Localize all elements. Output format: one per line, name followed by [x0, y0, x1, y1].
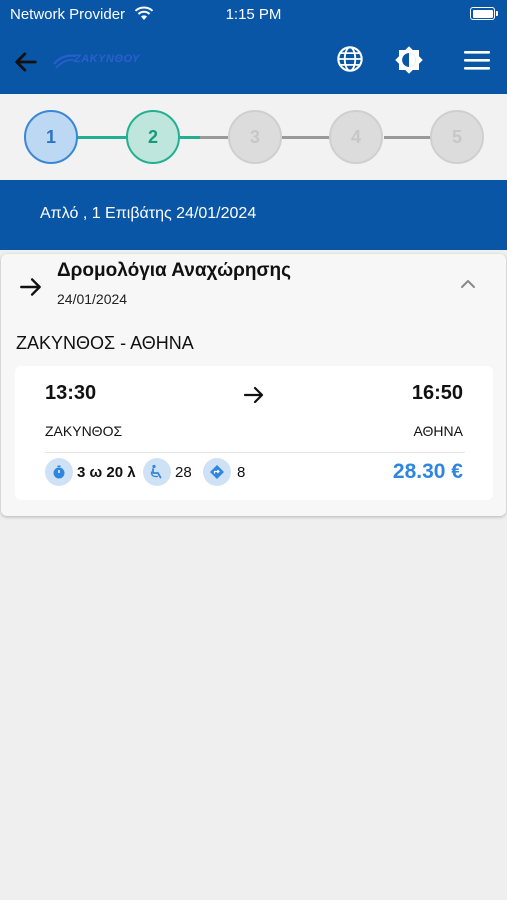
step-1[interactable]: 1 — [24, 110, 78, 164]
trip-price: 28.30 € — [392, 460, 463, 483]
available-seats: 28 — [175, 464, 192, 481]
departures-title: Δρομολόγια Αναχώρησης — [57, 260, 291, 281]
brightness-icon[interactable] — [394, 45, 424, 75]
menu-icon[interactable] — [463, 48, 491, 72]
back-arrow-icon[interactable] — [12, 48, 40, 76]
arrival-city: ΑΘΗΝΑ — [413, 423, 464, 439]
trip-duration: 3 ω 20 λ — [77, 464, 136, 481]
step-connector — [282, 136, 330, 139]
chevron-up-icon[interactable] — [457, 276, 479, 292]
accessible-seat-icon — [143, 458, 171, 486]
divider — [45, 452, 465, 453]
status-bar: Network Provider 1:15 PM — [0, 0, 507, 30]
step-5: 5 — [430, 110, 484, 164]
trip-card[interactable]: 13:30 16:50 ΖΑΚΥΝΘΟΣ ΑΘΗΝΑ 3 ω 20 λ 28 8… — [15, 366, 493, 500]
summary-text: Απλό , 1 Επιβάτης 24/01/2024 — [40, 205, 257, 222]
departure-city: ΖΑΚΥΝΘΟΣ — [45, 423, 123, 439]
route-label: ΖΑΚΥΝΘΟΣ - ΑΘΗΝΑ — [16, 333, 194, 353]
stop-count: 8 — [237, 464, 246, 481]
step-connector — [78, 136, 126, 139]
step-4: 4 — [329, 110, 383, 164]
stopwatch-icon — [45, 458, 73, 486]
departures-panel: Δρομολόγια Αναχώρησης 24/01/2024 ΖΑΚΥΝΘΟ… — [1, 254, 506, 516]
step-connector — [180, 136, 200, 139]
app-bar: ΖΑΚΥΝΘΟΥ — [0, 30, 507, 94]
battery-icon — [470, 7, 498, 20]
booking-stepper: 1 2 3 4 5 — [0, 94, 507, 180]
arrow-right-icon — [243, 386, 264, 404]
step-connector — [384, 136, 432, 139]
direction-arrow-icon — [20, 278, 41, 296]
booking-summary: Απλό , 1 Επιβάτης 24/01/2024 — [0, 180, 507, 250]
app-logo: ΖΑΚΥΝΘΟΥ — [52, 50, 174, 72]
arrival-time: 16:50 — [411, 382, 463, 404]
departures-date: 24/01/2024 — [57, 291, 128, 307]
step-3: 3 — [228, 110, 282, 164]
step-2[interactable]: 2 — [126, 110, 180, 164]
status-time: 1:15 PM — [225, 6, 282, 23]
globe-icon[interactable] — [336, 45, 364, 73]
departure-time: 13:30 — [45, 382, 97, 404]
step-connector — [200, 136, 228, 139]
route-stops-icon — [203, 458, 231, 486]
logo-text: ΖΑΚΥΝΘΟΥ — [74, 53, 140, 65]
